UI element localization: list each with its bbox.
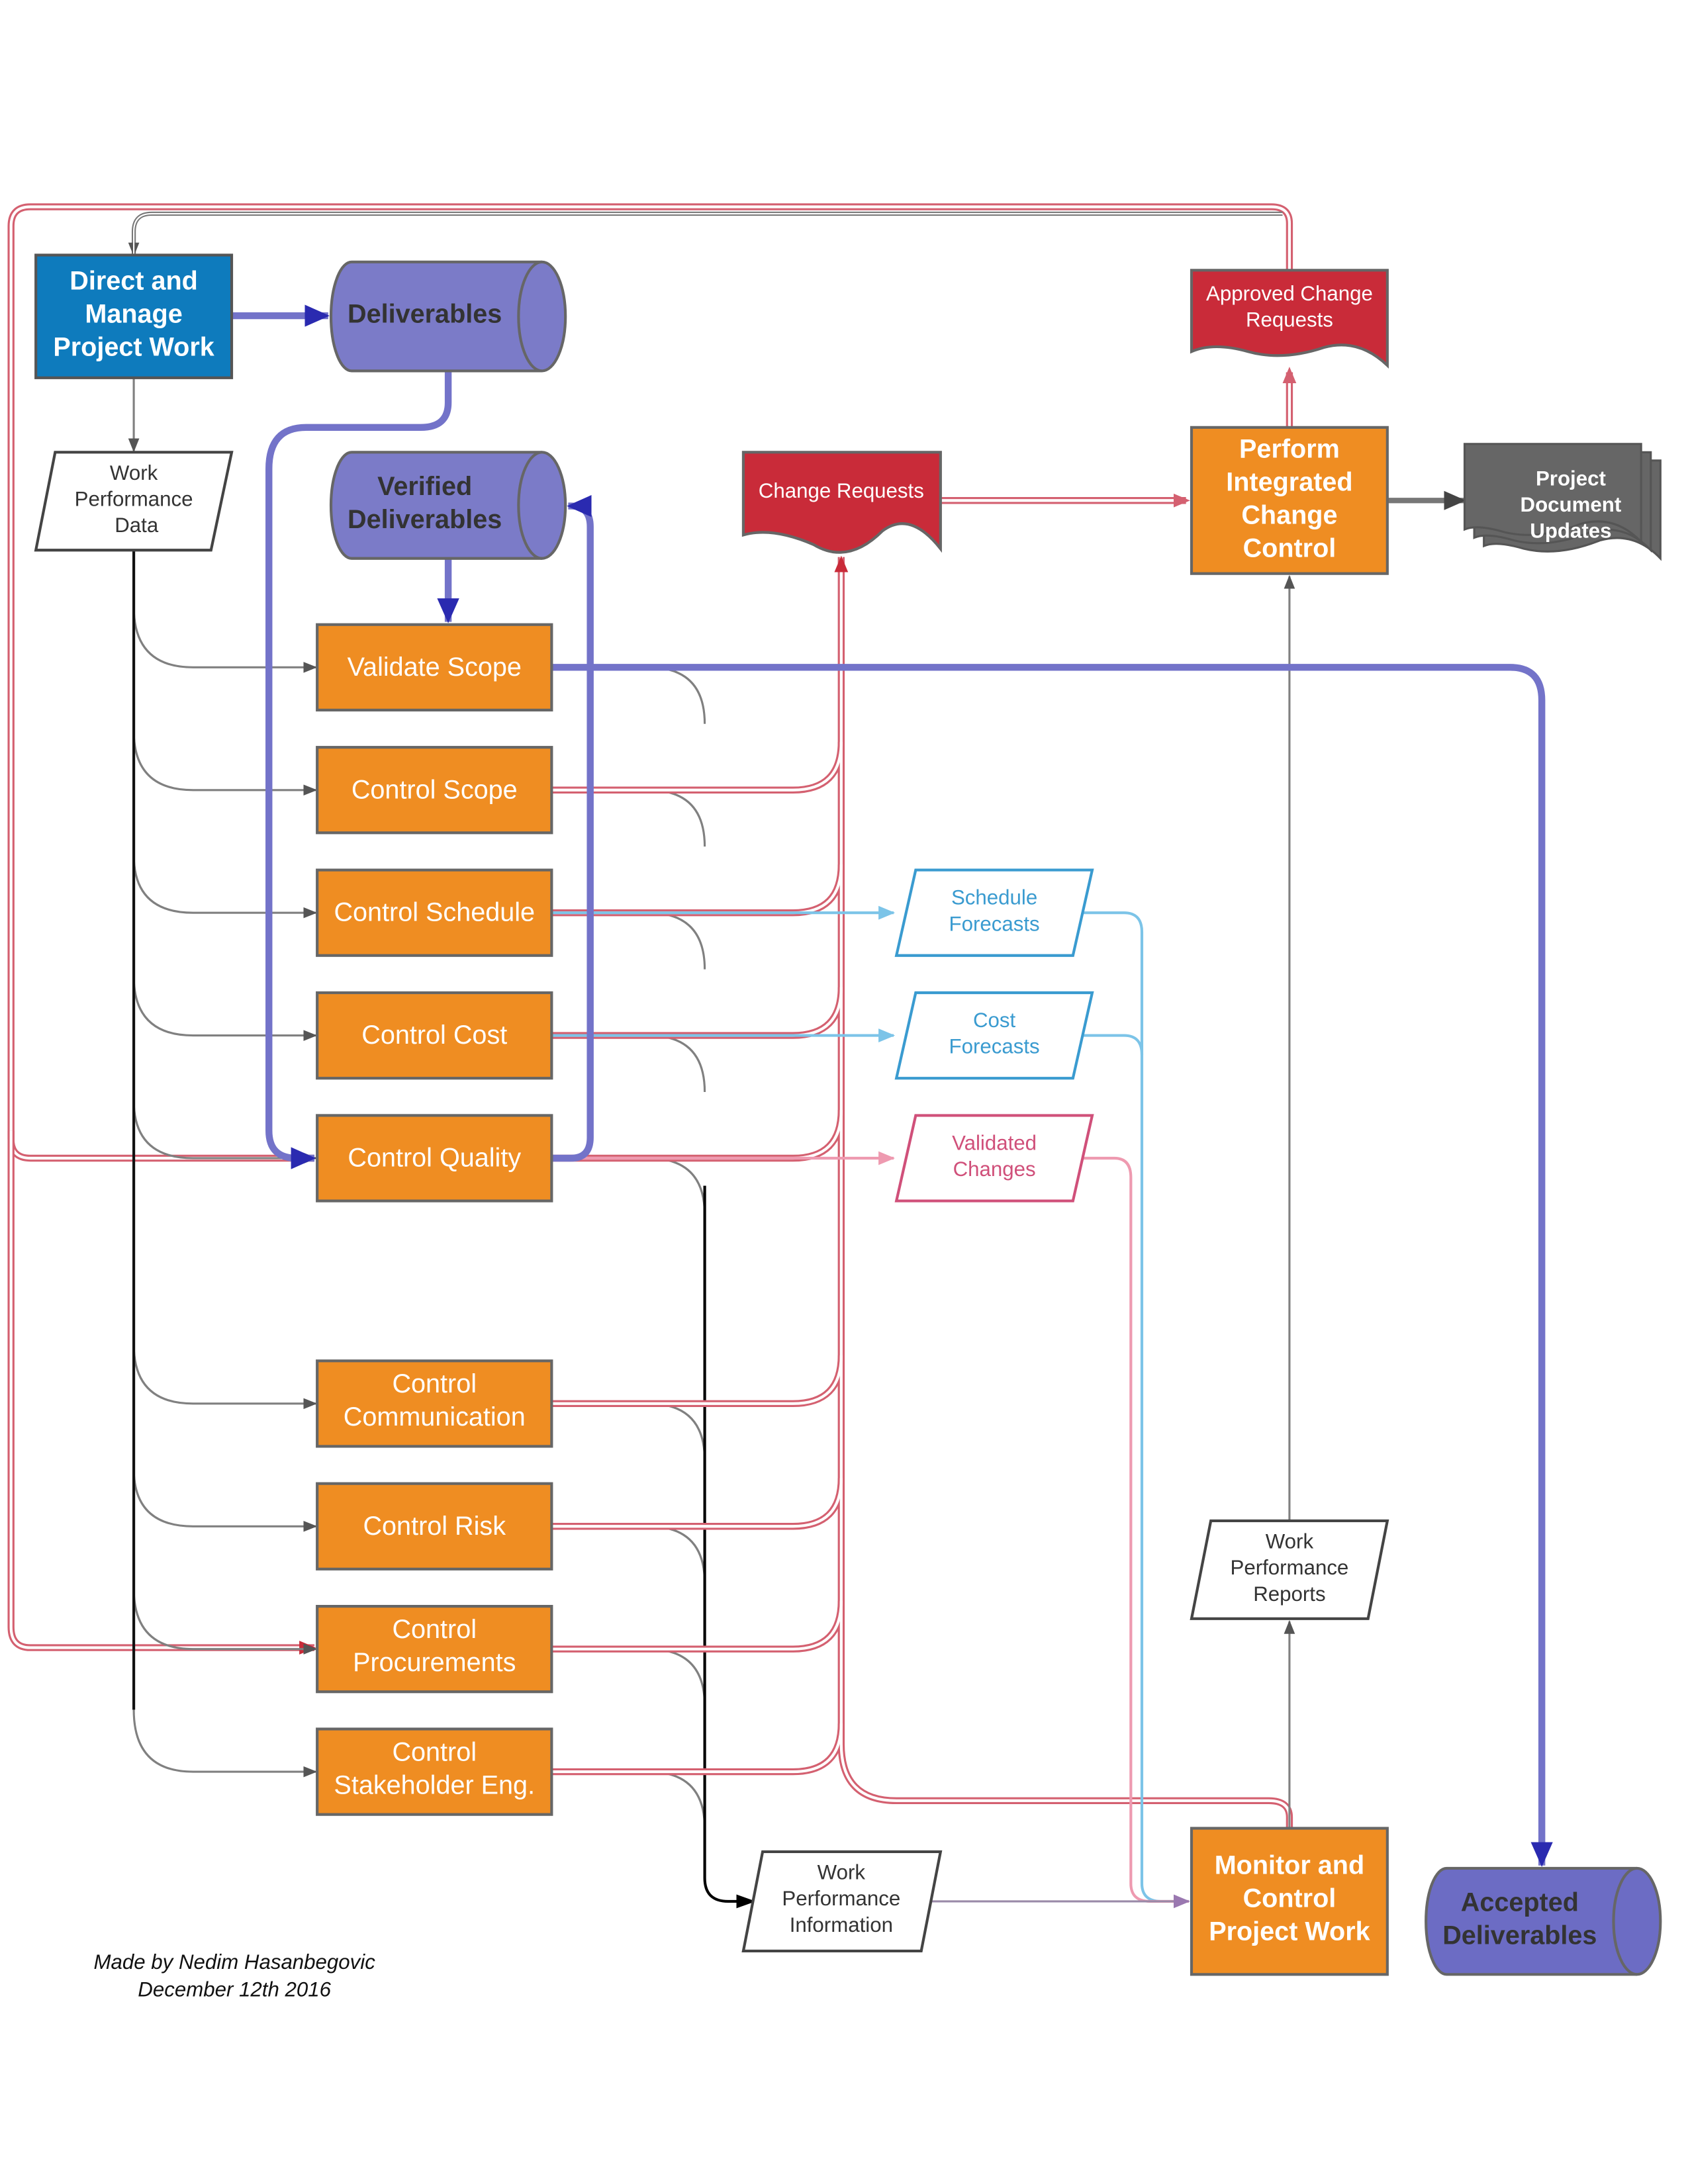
svg-text:Change Requests: Change Requests [759, 479, 924, 502]
approved-to-direct-edge [128, 211, 1283, 257]
svg-text:Control Quality: Control Quality [348, 1143, 521, 1172]
node-direct-manage[interactable]: Direct and Manage Project Work [34, 253, 234, 379]
node-control-schedule[interactable]: Control Schedule [316, 868, 553, 957]
forecast-edges [551, 905, 1190, 1909]
node-project-document-updates[interactable]: Project Document Updates [1463, 443, 1662, 561]
node-control-procurements[interactable]: Control Procurements [316, 1605, 553, 1694]
node-work-performance-information[interactable]: Work Performance Information [741, 1850, 943, 1952]
node-control-stakeholder-engagement[interactable]: Control Stakeholder Eng. [316, 1727, 553, 1816]
node-work-performance-data[interactable]: Work Performance Data [34, 451, 234, 552]
node-control-cost[interactable]: Control Cost [316, 991, 553, 1080]
wpi-trunk [703, 1185, 756, 1909]
node-control-scope[interactable]: Control Scope [316, 746, 553, 835]
svg-text:Validate Scope: Validate Scope [348, 653, 522, 682]
process-flow-diagram: Direct and Manage Project Work Deliverable… [7, 203, 1662, 2001]
node-change-requests[interactable]: Change Requests [741, 451, 942, 554]
node-validated-changes[interactable]: Validated Changes [894, 1114, 1094, 1203]
node-verified-deliverables[interactable]: Verified Deliverables [329, 451, 567, 560]
approved-changes-loop [7, 203, 1293, 1655]
wpd-inputs [128, 377, 318, 1778]
node-accepted-deliverables[interactable]: Accepted Deliverables [1425, 1866, 1662, 1976]
svg-text:Made by Nedim Hasanbegovic: Made by Nedim Hasanbegovic [93, 1950, 375, 1974]
node-schedule-forecasts[interactable]: Schedule Forecasts [894, 868, 1094, 957]
svg-text:Control Schedule: Control Schedule [334, 898, 535, 927]
svg-text:Control Cost: Control Cost [361, 1021, 507, 1050]
node-perform-integrated-change-control[interactable]: Perform Integrated Change Control [1190, 426, 1389, 575]
node-approved-change-requests[interactable]: Approved Change Requests [1190, 269, 1389, 369]
node-validate-scope[interactable]: Validate Scope [316, 623, 553, 711]
svg-text:December 12th 2016: December 12th 2016 [138, 1978, 331, 2001]
svg-text:Deliverables: Deliverables [348, 300, 502, 329]
node-control-communication[interactable]: Control Communication [316, 1359, 553, 1448]
node-cost-forecasts[interactable]: Cost Forecasts [894, 991, 1094, 1080]
change-request-edges [551, 367, 1297, 1829]
node-control-risk[interactable]: Control Risk [316, 1482, 553, 1570]
node-deliverables[interactable]: Deliverables [329, 260, 567, 373]
svg-text:Control Risk: Control Risk [363, 1512, 506, 1541]
svg-text:Control Scope: Control Scope [352, 775, 518, 804]
author-credit: Made by Nedim Hasanbegovic December 12th… [93, 1950, 375, 2001]
node-monitor-control-project-work[interactable]: Monitor and Control Project Work [1190, 1827, 1389, 1976]
node-work-performance-reports[interactable]: Work Performance Reports [1190, 1519, 1389, 1620]
wpi-inputs [551, 666, 706, 1829]
node-control-quality[interactable]: Control Quality [316, 1114, 553, 1203]
